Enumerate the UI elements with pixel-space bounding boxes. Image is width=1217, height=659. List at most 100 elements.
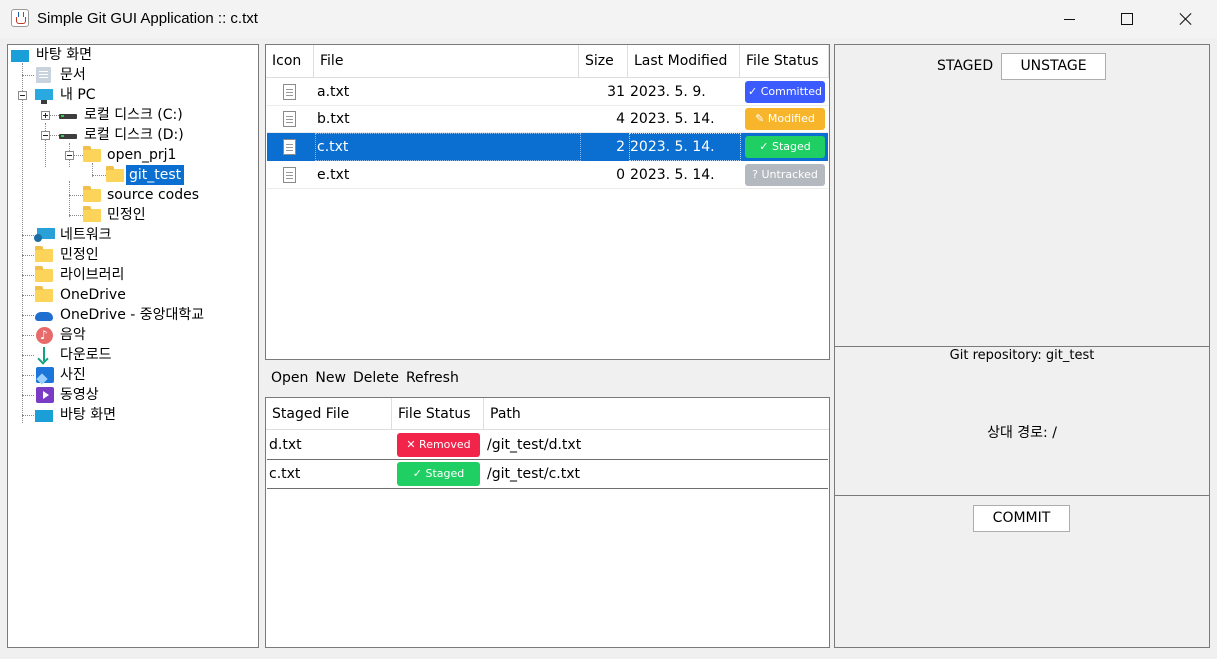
file-size: 4: [616, 111, 625, 127]
collapse-open-prj1-icon[interactable]: [65, 151, 74, 160]
check-icon: ✓: [748, 85, 758, 98]
tree-item-label: 로컬 디스크 (C:): [84, 107, 183, 123]
tree-line: [22, 235, 34, 236]
commit-button[interactable]: COMMIT: [973, 505, 1070, 532]
staged-row[interactable]: d.txt ✕ Removed /git_test/d.txt: [267, 431, 828, 460]
tree-line: [22, 415, 34, 416]
column-header-file[interactable]: File: [314, 45, 579, 78]
file-row[interactable]: a.txt 31 2023. 5. 9. ✓ Committed: [267, 79, 828, 106]
x-icon: ✕: [406, 438, 416, 451]
tree-item-label: git_test: [126, 165, 185, 185]
tree-item-label: 문서: [60, 67, 86, 83]
refresh-button[interactable]: Refresh: [406, 370, 459, 386]
close-button[interactable]: [1156, 0, 1214, 38]
pictures-icon: [36, 367, 54, 383]
tree-item-label: 바탕 화면: [60, 407, 116, 423]
folder-icon: [35, 246, 53, 262]
staging-panel: STAGED UNSTAGE: [834, 44, 1210, 347]
tree-line: [22, 395, 34, 396]
file-modified: 2023. 5. 9.: [630, 84, 706, 100]
repository-info-panel: Git repository: git_test 상대 경로: /: [834, 346, 1210, 496]
file-row-selected[interactable]: c.txt 2 2023. 5. 14. ✓ Staged: [267, 133, 828, 161]
folder-icon: [35, 266, 53, 282]
text-file-icon: [283, 111, 296, 127]
file-row[interactable]: b.txt 4 2023. 5. 14. ✎ Modified: [267, 106, 828, 133]
tree-line: [22, 275, 34, 276]
file-size: 31: [607, 84, 625, 100]
staged-file-name: c.txt: [269, 466, 301, 482]
folder-icon: [106, 166, 124, 182]
tree-item-label: OneDrive: [60, 287, 126, 303]
file-name: a.txt: [317, 84, 350, 100]
column-header-staged-file[interactable]: Staged File: [266, 398, 392, 430]
new-button[interactable]: New: [315, 370, 346, 386]
status-label: Staged: [425, 467, 465, 480]
file-table[interactable]: Icon File Size Last Modified File Status…: [265, 44, 830, 360]
tree-line: [22, 355, 34, 356]
cloud-icon: [35, 312, 53, 321]
status-badge-modified: ✎ Modified: [745, 108, 825, 130]
tree-item-label: OneDrive - 중앙대학교: [60, 307, 205, 323]
staged-table[interactable]: Staged File File Status Path d.txt ✕ Rem…: [265, 397, 830, 648]
file-modified: 2023. 5. 14.: [630, 167, 715, 183]
window-title: Simple Git GUI Application :: c.txt: [37, 10, 258, 27]
text-file-icon: [283, 167, 296, 183]
open-button[interactable]: Open: [271, 370, 308, 386]
staged-file-name: d.txt: [269, 437, 302, 453]
column-header-file-status[interactable]: File Status: [740, 45, 829, 78]
drive-icon: [59, 134, 77, 139]
tree-line: [69, 181, 70, 217]
tree-item-label: 바탕 화면: [36, 47, 92, 63]
tree-line: [22, 335, 34, 336]
relative-path-text: 상대 경로: /: [987, 425, 1057, 441]
tree-line: [22, 295, 34, 296]
question-icon: ?: [752, 168, 758, 181]
column-header-last-modified[interactable]: Last Modified: [628, 45, 740, 78]
maximize-button[interactable]: [1098, 0, 1156, 38]
tree-item-label: 라이브러리: [60, 267, 125, 283]
download-icon: [35, 347, 53, 363]
column-header-file-status[interactable]: File Status: [392, 398, 484, 430]
tree-item-label: 다운로드: [60, 347, 112, 363]
column-header-size[interactable]: Size: [579, 45, 628, 78]
staged-row[interactable]: c.txt ✓ Staged /git_test/c.txt: [267, 460, 828, 489]
tree-item-label: 민정인: [60, 247, 99, 263]
desktop-icon: [35, 410, 53, 422]
file-name: b.txt: [317, 111, 350, 127]
delete-button[interactable]: Delete: [353, 370, 399, 386]
status-label: Staged: [771, 140, 811, 153]
column-header-icon[interactable]: Icon: [266, 45, 314, 78]
check-icon: ✓: [412, 467, 422, 480]
staged-file-path: /git_test/d.txt: [487, 437, 582, 453]
tree-item-label: 동영상: [60, 387, 99, 403]
file-modified: 2023. 5. 14.: [630, 111, 715, 127]
collapse-my-pc-icon[interactable]: [18, 91, 27, 100]
desktop-icon: [11, 50, 29, 62]
document-folder-icon: [36, 67, 51, 83]
status-label: Removed: [419, 438, 471, 451]
tree-item-label: source codes: [107, 187, 199, 203]
file-row[interactable]: e.txt 0 2023. 5. 14. ? Untracked: [267, 162, 828, 189]
tree-line: [92, 175, 106, 176]
network-icon: [34, 228, 55, 242]
tree-line: [22, 75, 34, 76]
status-label: Committed: [760, 85, 822, 98]
collapse-drive-d-icon[interactable]: [41, 131, 50, 140]
status-label: Modified: [767, 112, 815, 125]
repo-name-text: Git repository: git_test: [949, 348, 1095, 363]
status-badge-staged: ✓ Staged: [745, 136, 825, 158]
status-label: Untracked: [761, 168, 818, 181]
status-badge-staged: ✓ Staged: [397, 462, 480, 486]
minimize-button[interactable]: [1040, 0, 1098, 38]
videos-icon: [36, 387, 54, 403]
folder-icon: [83, 186, 101, 202]
unstage-button[interactable]: UNSTAGE: [1001, 53, 1106, 80]
tree-line: [50, 135, 59, 136]
tree-item-label: 네트워크: [60, 227, 112, 243]
column-header-path[interactable]: Path: [484, 398, 829, 430]
expand-drive-c-icon[interactable]: [41, 111, 50, 120]
tree-line: [50, 115, 59, 116]
tree-line: [69, 195, 83, 196]
drive-icon: [59, 114, 77, 119]
directory-tree[interactable]: 바탕 화면 문서 내 PC 로컬 디스크 (C:) 로컬 디스크 (D:) op…: [7, 44, 259, 648]
